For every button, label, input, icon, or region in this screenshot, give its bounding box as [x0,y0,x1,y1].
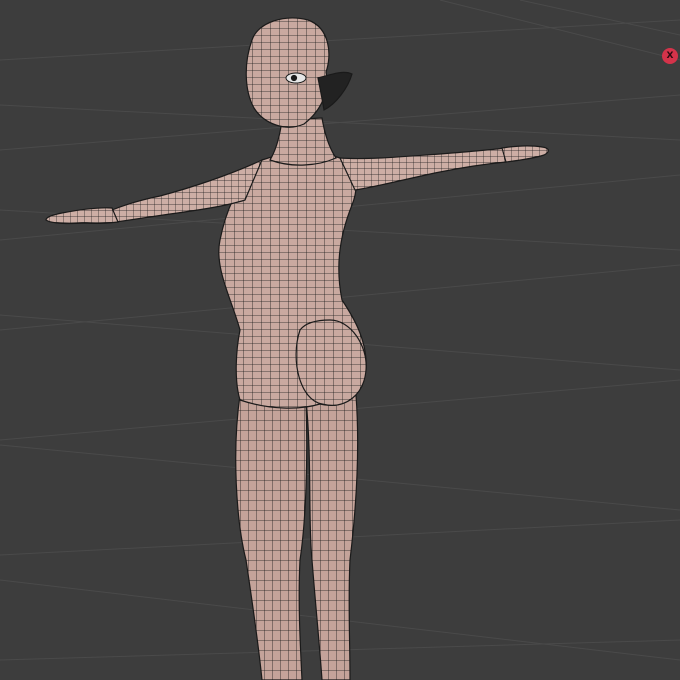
pupil [290,74,298,82]
axis-gizmo-x[interactable]: X [662,48,678,64]
right-arm [339,147,507,191]
left-leg [235,394,308,680]
right-hand [501,145,549,163]
viewport-canvas[interactable] [0,0,680,680]
right-leg [305,394,359,680]
left-hand [45,207,119,225]
visor [317,71,353,111]
head [245,17,330,128]
character-mesh [45,17,549,680]
3d-viewport[interactable]: X [0,0,680,680]
